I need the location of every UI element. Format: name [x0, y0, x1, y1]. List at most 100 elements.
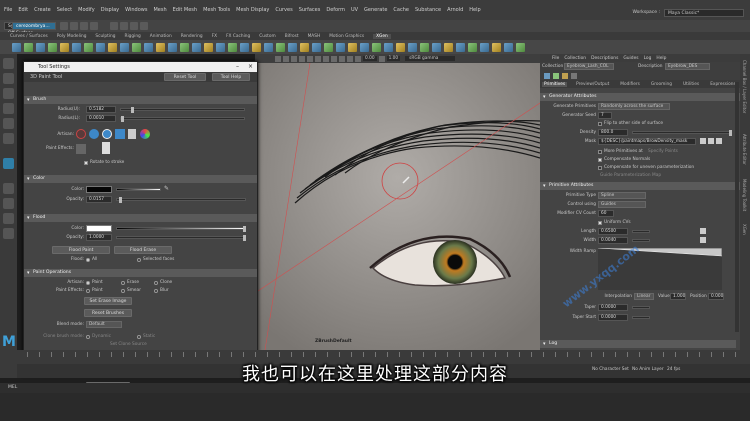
generator-seed-field[interactable]: 7: [598, 112, 612, 119]
interpolation-dropdown[interactable]: Linear: [634, 293, 654, 300]
xgen-tab[interactable]: XGen: [742, 224, 747, 235]
collection-dropdown[interactable]: Eyebrow_Lash_COL: [564, 63, 614, 70]
xgen-editor-icon[interactable]: [12, 42, 21, 52]
xgen-update-icon[interactable]: [553, 73, 559, 79]
shelf-tab-poly[interactable]: Poly Modeling: [57, 34, 87, 39]
clear-preview-icon[interactable]: [108, 42, 117, 52]
radius-u-field[interactable]: 0.5182: [86, 106, 116, 113]
width-slider[interactable]: [632, 239, 650, 242]
taper-start-field[interactable]: 0.0000: [598, 314, 628, 321]
menu-substance[interactable]: Substance: [415, 7, 441, 13]
layout-outliner-icon[interactable]: [3, 228, 14, 239]
lights-icon[interactable]: [315, 55, 321, 62]
tab-expressions[interactable]: Expressions: [708, 82, 738, 87]
import-collection-icon[interactable]: [36, 42, 45, 52]
op-pe-paint-radio[interactable]: [86, 289, 90, 293]
reset-tool-button[interactable]: Reset Tool: [164, 73, 206, 81]
paint-tool-icon[interactable]: [3, 158, 14, 169]
xgen-clear-icon[interactable]: [562, 73, 568, 79]
shadows-icon[interactable]: [323, 55, 329, 62]
tab-grooming[interactable]: Grooming: [649, 82, 674, 87]
snap-grid-icon[interactable]: [70, 22, 78, 30]
ramp-position-field[interactable]: 0.000: [708, 293, 724, 300]
noise-icon[interactable]: [192, 42, 201, 52]
paint-mask-icon[interactable]: [156, 42, 165, 52]
gamma-icon[interactable]: [378, 55, 385, 62]
batch-render-icon[interactable]: [264, 42, 273, 52]
grid-icon[interactable]: [283, 55, 289, 62]
menu-curves[interactable]: Curves: [275, 7, 292, 13]
menu-windows[interactable]: Windows: [125, 7, 147, 13]
flood-color-slider[interactable]: [116, 226, 246, 232]
workspace-dropdown[interactable]: Maya Classic*: [664, 9, 744, 17]
reset-brushes-button[interactable]: Reset Brushes: [84, 309, 132, 317]
more-primitives-checkbox[interactable]: [598, 150, 602, 154]
menu-file[interactable]: File: [4, 7, 12, 13]
channel-box-tab[interactable]: Channel Box / Layer Editor: [742, 60, 747, 113]
uniform-cvs-checkbox[interactable]: [598, 221, 602, 225]
taper-start-slider[interactable]: [632, 316, 650, 319]
select-tool-icon[interactable]: [3, 58, 14, 69]
smooth-shade-icon[interactable]: [299, 55, 305, 62]
clump-icon[interactable]: [180, 42, 189, 52]
radius-u-slider[interactable]: [120, 107, 245, 113]
clone-static-radio[interactable]: [137, 335, 141, 339]
compensate-uneven-checkbox[interactable]: [598, 166, 602, 170]
menu-uv[interactable]: UV: [351, 7, 358, 13]
gamma-field[interactable]: 1.00: [386, 56, 401, 61]
3d-viewport[interactable]: ZBrushDefault: [255, 63, 540, 350]
get-brush-icon[interactable]: [102, 142, 110, 154]
xgen-menu-help[interactable]: Help: [656, 56, 666, 61]
modifier-cv-field[interactable]: 60: [598, 210, 614, 217]
flood-opacity-slider[interactable]: [116, 235, 246, 241]
smooth-brush-icon[interactable]: [348, 42, 357, 52]
coil-icon[interactable]: [216, 42, 225, 52]
xgen-options-icon[interactable]: [571, 73, 577, 79]
flood-opacity-field[interactable]: 1.0000: [86, 234, 112, 241]
cache-icon[interactable]: [300, 42, 309, 52]
flood-all-radio[interactable]: [86, 258, 90, 262]
color-slider[interactable]: [116, 188, 161, 191]
mask-expression-icon[interactable]: [700, 138, 706, 144]
op-erase-radio[interactable]: [121, 281, 125, 285]
shelf-tab-bifrost[interactable]: Bifrost: [285, 34, 299, 39]
clone-dynamic-radio[interactable]: [86, 335, 90, 339]
camera-icon[interactable]: [275, 55, 281, 62]
guide-delete-icon[interactable]: [132, 42, 141, 52]
menu-modify[interactable]: Modify: [78, 7, 95, 13]
part-brush-icon[interactable]: [408, 42, 417, 52]
shelf-tab-custom[interactable]: Custom: [259, 34, 275, 39]
set-erase-image-button[interactable]: Set Erase Image: [84, 297, 132, 305]
specify-points-link[interactable]: Specify Points: [648, 149, 678, 154]
shelf-tab-motion-graphics[interactable]: Motion Graphics: [329, 34, 364, 39]
xgen-menu-collection[interactable]: Collection: [564, 56, 586, 61]
primitive-attributes-header[interactable]: Primitive Attributes: [540, 182, 740, 190]
scale-tool-icon[interactable]: [3, 133, 14, 144]
menu-surfaces[interactable]: Surfaces: [299, 7, 321, 13]
color-opacity-field[interactable]: 0.0157: [86, 196, 112, 203]
noise-brush-icon[interactable]: [384, 42, 393, 52]
density-slider[interactable]: [632, 130, 732, 136]
menu-mesh-display[interactable]: Mesh Display: [236, 7, 269, 13]
tool-settings-titlebar[interactable]: Tool Settings – ×: [24, 62, 257, 72]
flood-section-header[interactable]: Flood: [24, 214, 257, 222]
rotate-to-stroke-checkbox[interactable]: [84, 161, 88, 165]
control-using-dropdown[interactable]: Guides: [598, 201, 646, 208]
ramp-value-field[interactable]: 1.000: [670, 293, 686, 300]
shelf-tab-rendering[interactable]: Rendering: [181, 34, 203, 39]
comb-brush-icon[interactable]: [336, 42, 345, 52]
collision-icon[interactable]: [228, 42, 237, 52]
length-slider[interactable]: [632, 230, 650, 233]
generate-primitives-dropdown[interactable]: Randomly across the surface: [598, 103, 670, 110]
brush-color-wheel-icon[interactable]: [140, 129, 150, 139]
region-brush-icon[interactable]: [456, 42, 465, 52]
blend-mode-dropdown[interactable]: Default: [86, 321, 122, 328]
export-collection-icon[interactable]: [48, 42, 57, 52]
render-settings-icon[interactable]: [130, 22, 138, 30]
menu-create[interactable]: Create: [34, 7, 51, 13]
cut-brush-icon[interactable]: [360, 42, 369, 52]
paint-select-icon[interactable]: [3, 88, 14, 99]
guide-add-icon[interactable]: [120, 42, 129, 52]
eyedropper-icon[interactable]: ✎: [164, 185, 169, 192]
shelf-tab-curves[interactable]: Curves / Surfaces: [10, 34, 48, 39]
